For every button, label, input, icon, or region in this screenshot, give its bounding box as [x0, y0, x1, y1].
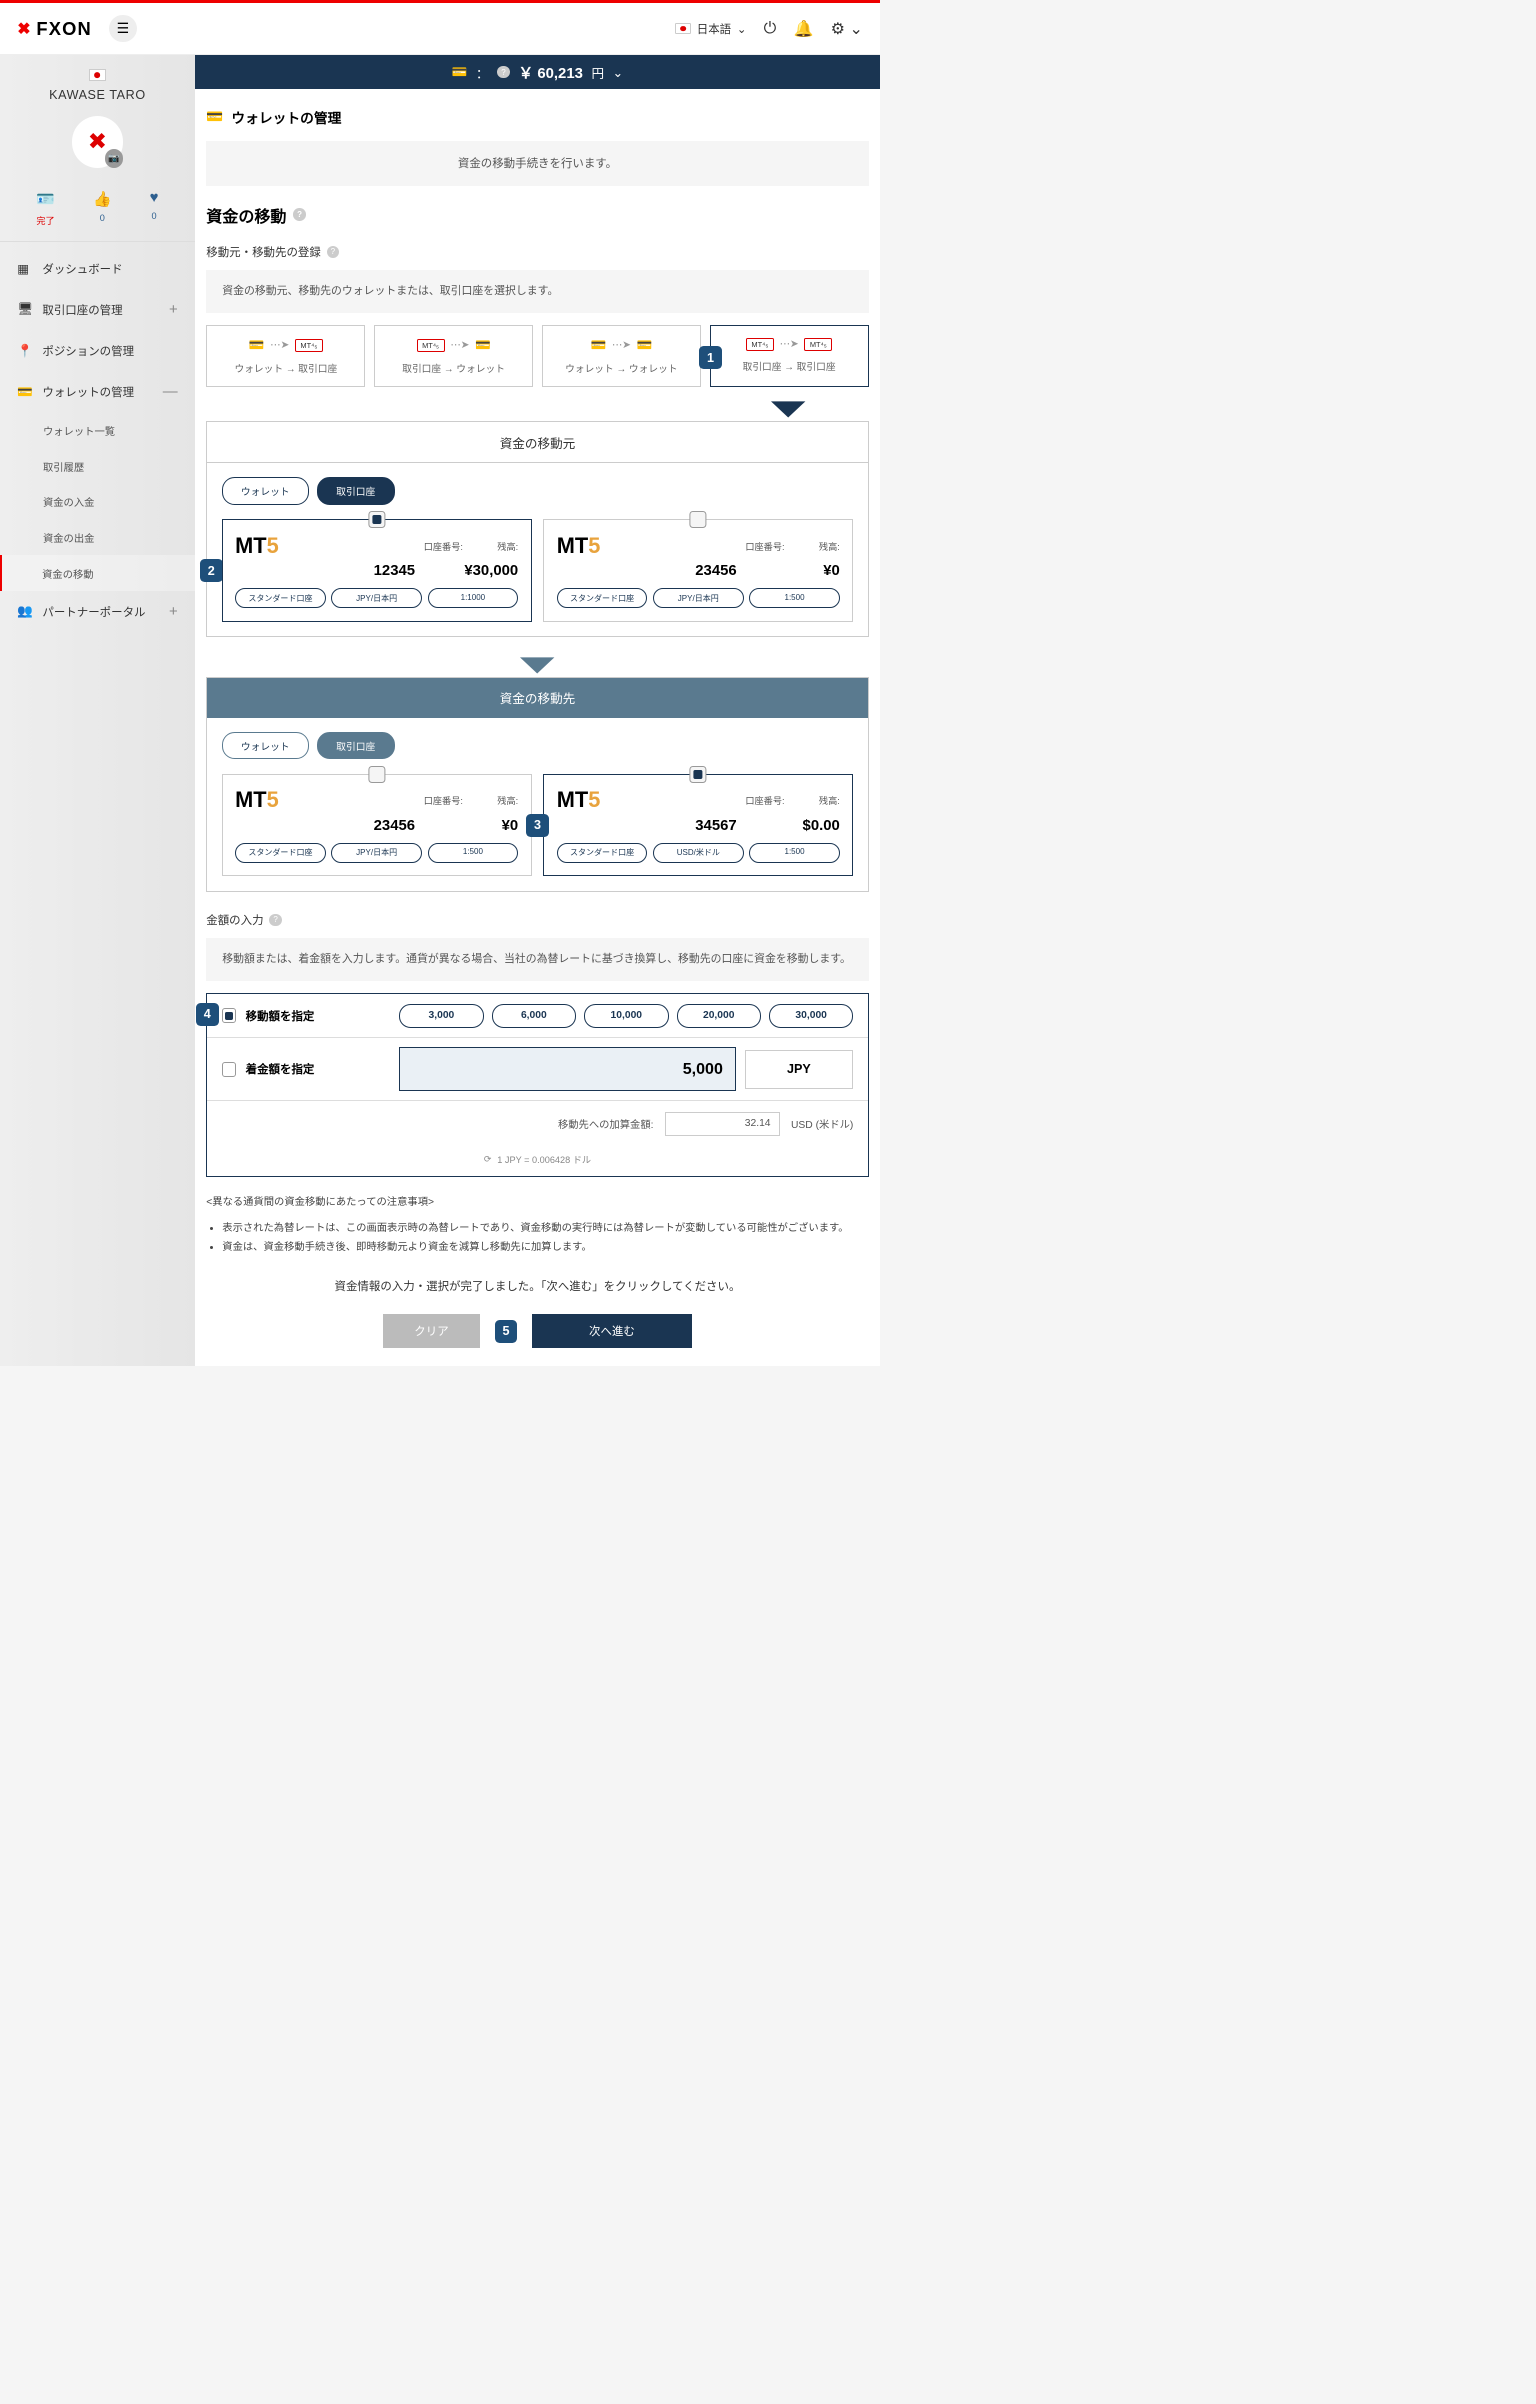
radio-checked[interactable] — [690, 766, 707, 783]
src-account-2[interactable]: MT5口座番号:残高: 23456¥0 スタンダード口座JPY/日本円1:500 — [543, 519, 853, 622]
pin-icon: 📍 — [17, 344, 31, 359]
chevron-down-icon: ⌄ — [737, 22, 747, 36]
clear-button[interactable]: クリア — [383, 1314, 480, 1348]
wallet-icon: 💳 — [206, 109, 223, 125]
step-badge-3: 3 — [526, 814, 549, 837]
camera-icon[interactable]: 📷 — [105, 149, 123, 167]
network-icon: 👥 — [17, 604, 31, 619]
page-title: 💳ウォレットの管理 — [206, 107, 868, 141]
src-toggle-account[interactable]: 取引口座 — [317, 477, 395, 504]
plus-icon: + — [169, 604, 178, 620]
sidebar-item-accounts[interactable]: 🖥取引口座の管理+ — [0, 289, 195, 330]
notes: <異なる通貨間の資金移動にあたっての注意事項> 表示された為替レートは、この画面… — [206, 1193, 868, 1258]
minus-icon: — — [163, 384, 178, 400]
wallet-icon: 💳 — [17, 385, 31, 400]
card-icon: 🪪 — [36, 190, 55, 208]
spec-transfer-radio[interactable]: 移動額を指定 — [207, 994, 385, 1037]
bell-icon[interactable]: 🔔 — [794, 19, 814, 39]
preset-10000[interactable]: 10,000 — [584, 1004, 668, 1028]
flag-jp-icon — [89, 69, 106, 80]
radio-checked[interactable] — [368, 511, 385, 528]
sidebar-item-dashboard[interactable]: ▦ダッシュボード — [0, 248, 195, 289]
reg-desc: 資金の移動元、移動先のウォレットまたは、取引口座を選択します。 — [206, 270, 868, 313]
main-content: 💳 ： ? ￥ 60,213 円 ⌄ 💳ウォレットの管理 資金の移動手続きを行い… — [195, 55, 880, 1366]
dest-account-2[interactable]: MT5口座番号:残高: 34567$0.00 スタンダード口座USD/米ドル1:… — [543, 774, 853, 877]
source-panel: 資金の移動元 ウォレット 取引口座 2 MT5口座番号:残高: 12345¥30… — [206, 421, 868, 637]
dest-panel: 資金の移動先 ウォレット 取引口座 MT5口座番号:残高: 23456¥0 スタ… — [206, 677, 868, 892]
subnav-history[interactable]: 取引履歴 — [0, 448, 195, 484]
subnav-transfer[interactable]: 資金の移動 — [0, 555, 195, 591]
language-selector[interactable]: 日本語 ⌄ — [675, 21, 746, 37]
amount-desc: 移動額または、着金額を入力します。通貨が異なる場合、当社の為替レートに基づき換算… — [206, 938, 868, 981]
lang-label: 日本語 — [697, 21, 731, 37]
dir-wallet-to-wallet[interactable]: 💳⋯➤💳 ウォレット → ウォレット — [542, 325, 701, 387]
preset-3000[interactable]: 3,000 — [399, 1004, 483, 1028]
dest-header: 資金の移動先 — [207, 678, 867, 718]
step-badge-1: 1 — [699, 346, 722, 369]
sidebar-item-partner[interactable]: 👥パートナーポータル+ — [0, 591, 195, 632]
amount-input[interactable]: 5,000 — [399, 1047, 736, 1091]
heart-icon: ♥ — [150, 190, 159, 206]
subnav-deposit[interactable]: 資金の入金 — [0, 484, 195, 520]
logo[interactable]: ✖FXON — [17, 18, 92, 40]
chevron-down-icon: ⌄ — [613, 65, 624, 80]
conv-value: 32.14 — [665, 1112, 780, 1136]
plus-icon: + — [169, 302, 178, 318]
reg-label: 移動元・移動先の登録? — [206, 244, 868, 260]
avatar[interactable]: ✖ 📷 — [72, 116, 124, 168]
dest-toggle-wallet[interactable]: ウォレット — [222, 732, 309, 759]
flag-jp-icon — [675, 23, 691, 34]
sidebar: KAWASE TARO ✖ 📷 🪪完了 👍0 ♥0 ▦ダッシュボード 🖥取引口座… — [0, 55, 195, 1366]
preset-30000[interactable]: 30,000 — [769, 1004, 853, 1028]
preset-6000[interactable]: 6,000 — [492, 1004, 576, 1028]
dir-wallet-to-account[interactable]: 💳⋯➤MT⁴₅ ウォレット → 取引口座 — [206, 325, 365, 387]
help-icon[interactable]: ? — [327, 246, 340, 259]
help-icon[interactable]: ? — [269, 914, 282, 927]
power-icon[interactable]: ⏻ — [764, 19, 777, 38]
step-badge-2: 2 — [200, 559, 223, 582]
refresh-icon[interactable]: ⟳ — [484, 1154, 492, 1165]
subnav-wallet-list[interactable]: ウォレット一覧 — [0, 413, 195, 449]
step-badge-4: 4 — [196, 1003, 219, 1026]
amount-currency: JPY — [745, 1050, 854, 1089]
monitor-icon: 🖥 — [17, 302, 31, 317]
wallet-icon: 💳 — [452, 65, 468, 80]
header: ✖FXON ☰ 日本語 ⌄ ⏻ 🔔 ⚙ ⌄ — [0, 3, 880, 55]
section-title: 資金の移動? — [206, 203, 868, 227]
dir-account-to-account[interactable]: 1 MT⁴₅⋯➤MT⁴₅ 取引口座 → 取引口座 — [710, 325, 869, 387]
next-button[interactable]: 次へ進む — [532, 1314, 692, 1348]
sidebar-item-positions[interactable]: 📍ポジションの管理 — [0, 330, 195, 371]
balance-bar[interactable]: 💳 ： ? ￥ 60,213 円 ⌄ — [195, 55, 880, 89]
complete-msg: 資金情報の入力・選択が完了しました。「次へ進む」をクリックしてください。 — [206, 1278, 868, 1294]
thumb-icon: 👍 — [93, 190, 112, 208]
menu-button[interactable]: ☰ — [109, 15, 137, 43]
source-header: 資金の移動元 — [207, 422, 867, 463]
step-badge-5: 5 — [495, 1320, 518, 1343]
dest-toggle-account[interactable]: 取引口座 — [317, 732, 395, 759]
profile-name: KAWASE TARO — [0, 88, 195, 102]
subnav-withdraw[interactable]: 資金の出金 — [0, 520, 195, 556]
amount-label: 金額の入力? — [206, 912, 868, 928]
dir-account-to-wallet[interactable]: MT⁴₅⋯➤💳 取引口座 → ウォレット — [374, 325, 533, 387]
src-account-1[interactable]: MT5口座番号:残高: 12345¥30,000 スタンダード口座JPY/日本円… — [222, 519, 532, 622]
grid-icon: ▦ — [17, 261, 31, 276]
radio-unchecked[interactable] — [368, 766, 385, 783]
dest-account-1[interactable]: MT5口座番号:残高: 23456¥0 スタンダード口座JPY/日本円1:500 — [222, 774, 532, 877]
help-icon[interactable]: ? — [497, 66, 510, 79]
sidebar-item-wallet[interactable]: 💳ウォレットの管理— — [0, 372, 195, 413]
amount-panel: 4 移動額を指定 3,000 6,000 10,000 20,000 30,00… — [206, 993, 868, 1177]
help-icon[interactable]: ? — [293, 208, 306, 221]
preset-20000[interactable]: 20,000 — [677, 1004, 761, 1028]
radio-unchecked[interactable] — [690, 511, 707, 528]
src-toggle-wallet[interactable]: ウォレット — [222, 477, 309, 504]
info-band: 資金の移動手続きを行います。 — [206, 141, 868, 186]
gear-icon[interactable]: ⚙ ⌄ — [831, 19, 863, 39]
spec-receive-radio[interactable]: 着金額を指定 — [207, 1038, 385, 1100]
